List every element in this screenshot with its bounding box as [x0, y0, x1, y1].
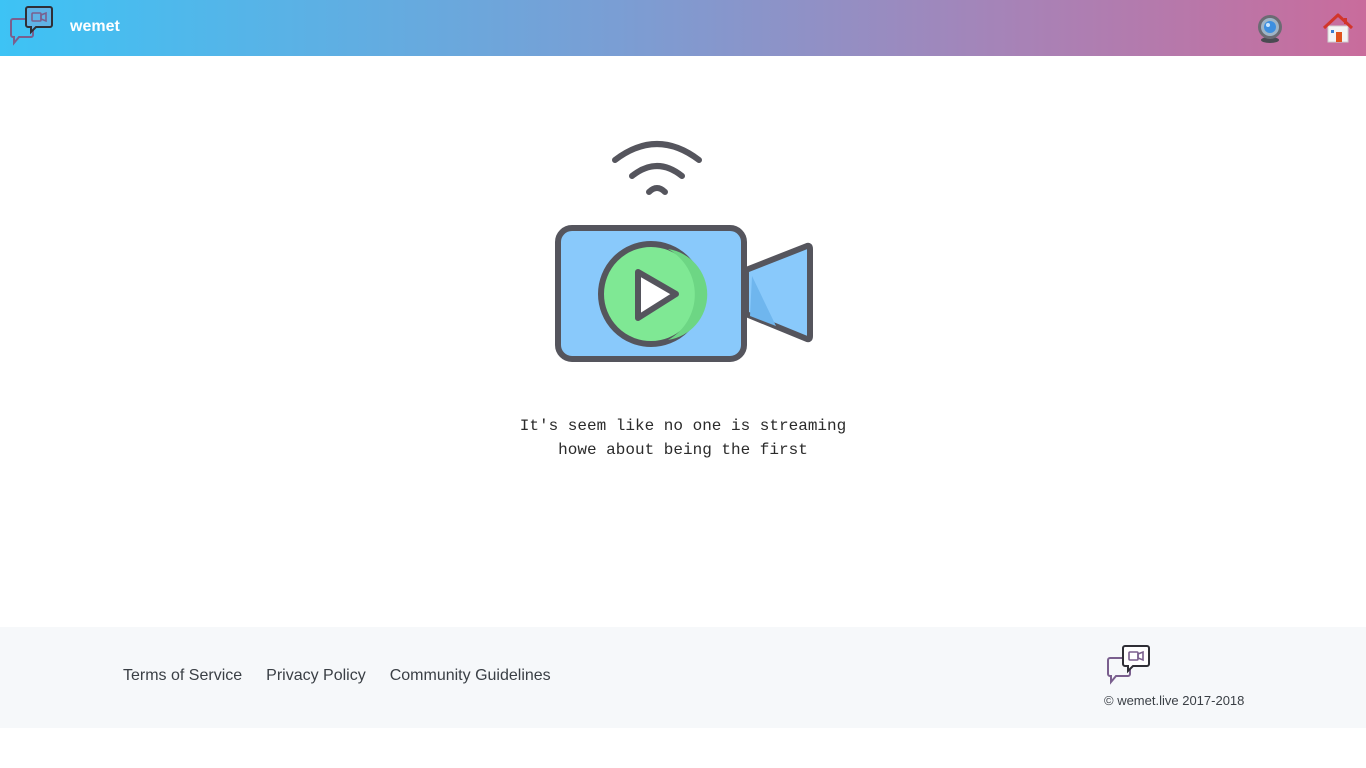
- webcam-button[interactable]: [1255, 12, 1285, 44]
- home-icon: [1322, 13, 1354, 43]
- footer-nav: Terms of Service Privacy Policy Communit…: [123, 667, 551, 685]
- privacy-policy-link[interactable]: Privacy Policy: [266, 667, 366, 685]
- home-button[interactable]: [1322, 12, 1354, 44]
- wifi-arc-outer: [612, 141, 702, 163]
- empty-state-line-2: howe about being the first: [558, 441, 808, 459]
- chat-video-logo-icon: [10, 6, 53, 46]
- main-content: It's seem like no one is streaming howe …: [0, 56, 1366, 627]
- site-logo[interactable]: [10, 5, 54, 47]
- community-guidelines-link[interactable]: Community Guidelines: [390, 667, 551, 685]
- empty-state-line-1: It's seem like no one is streaming: [519, 417, 847, 435]
- copyright-text: © wemet.live 2017-2018: [1104, 693, 1245, 708]
- footer-logo: [1107, 644, 1151, 686]
- wifi-arc-middle: [629, 163, 685, 179]
- terms-of-service-link[interactable]: Terms of Service: [123, 667, 242, 685]
- top-navbar: wemet: [0, 0, 1366, 56]
- video-camera-stream-icon: [555, 141, 813, 362]
- wifi-arc-inner: [646, 185, 668, 195]
- chat-video-logo-icon: [1107, 645, 1150, 685]
- site-footer: Terms of Service Privacy Policy Communit…: [0, 627, 1366, 728]
- empty-state-message: It's seem like no one is streaming howe …: [383, 414, 983, 462]
- webcam-icon: [1258, 15, 1282, 43]
- brand-name[interactable]: wemet: [70, 18, 120, 36]
